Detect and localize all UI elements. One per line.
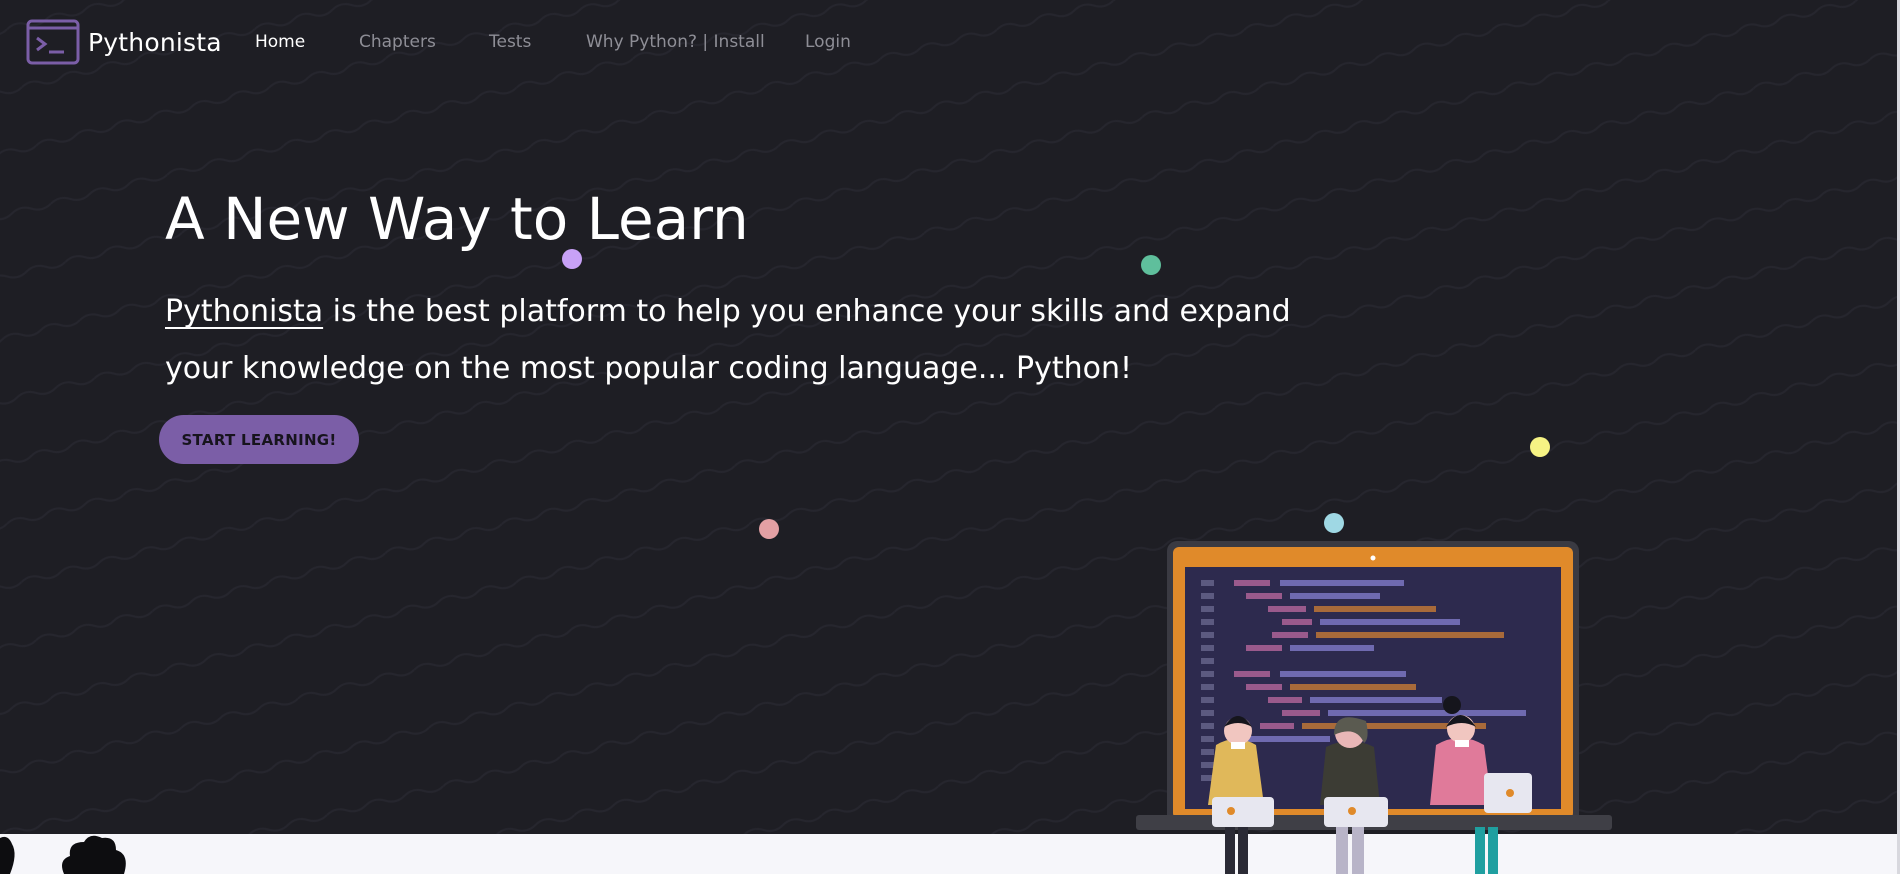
hero-description-text: is the best platform to help you enhance… — [165, 294, 1291, 386]
decorative-dot-blue — [1324, 513, 1344, 533]
hero-title: A New Way to Learn — [165, 185, 749, 253]
nav-link-why-python-install[interactable]: Why Python? | Install — [586, 32, 765, 52]
tree-silhouette-illustration — [0, 835, 126, 874]
decorative-dot-yellow — [1530, 437, 1550, 457]
nav-link-login[interactable]: Login — [805, 32, 851, 52]
hero-brand-link[interactable]: Pythonista — [165, 294, 323, 329]
nav-link-home[interactable]: Home — [255, 32, 305, 52]
nav-link-tests[interactable]: Tests — [489, 32, 531, 52]
top-navbar: Pythonista Home Chapters Tests Why Pytho… — [0, 0, 1900, 86]
hero-description: Pythonista is the best platform to help … — [165, 283, 1365, 397]
brand-home-link[interactable]: Pythonista — [26, 19, 222, 65]
laptop-developers-illustration — [1136, 541, 1612, 874]
decorative-dot-pink — [759, 519, 779, 539]
decorative-dot-green — [1141, 255, 1161, 275]
start-learning-button[interactable]: START LEARNING! — [159, 415, 359, 464]
brand-name: Pythonista — [88, 27, 222, 57]
terminal-prompt-icon — [26, 19, 80, 65]
nav-link-chapters[interactable]: Chapters — [359, 32, 436, 52]
